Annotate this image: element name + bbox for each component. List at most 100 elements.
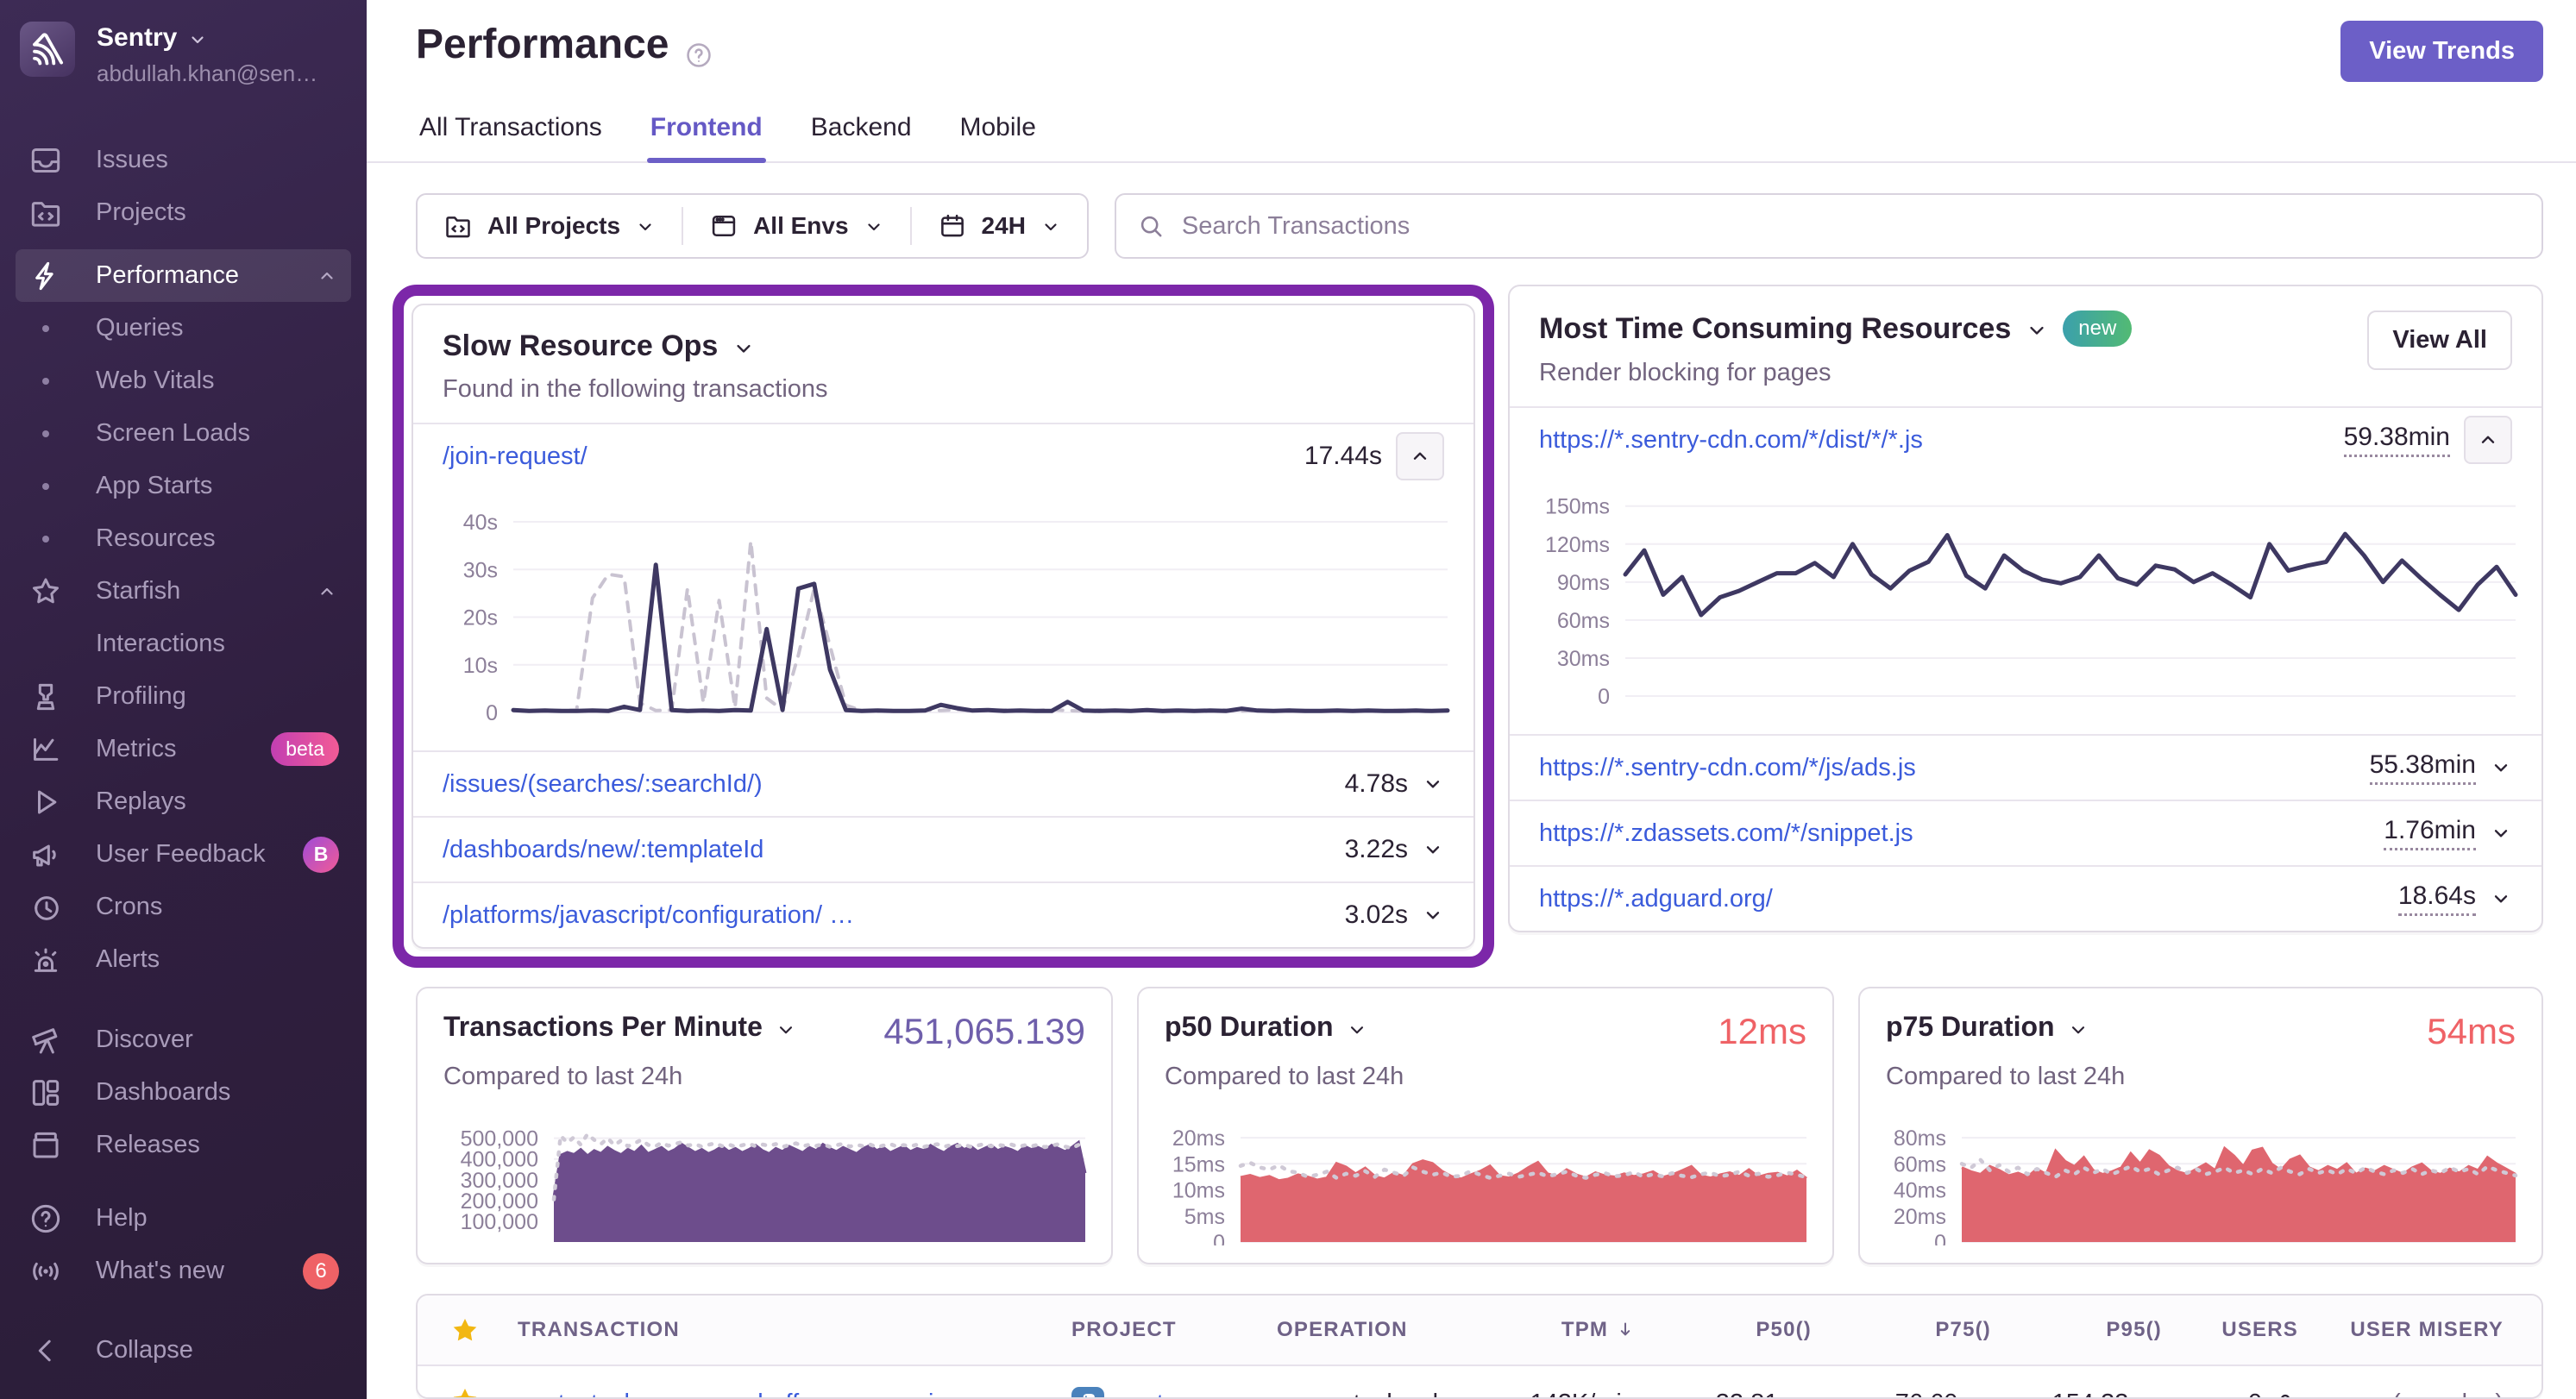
sidebar-item-releases[interactable]: Releases [16,1119,351,1171]
column-header-p95[interactable]: P95() [1996,1318,2167,1342]
org-switcher[interactable]: Sentry abdullah.khan@sen… [0,22,367,87]
star-cell[interactable] [445,1385,485,1399]
chevron-down-icon[interactable] [2490,822,2512,844]
collapse-button[interactable] [2464,416,2512,464]
widget-title[interactable]: Slow Resource Ops [443,329,828,363]
sidebar-item-starfish[interactable]: Starfish [16,565,351,618]
sidebar-item-profiling[interactable]: Profiling [16,670,351,723]
transaction-link[interactable]: https://*.sentry-cdn.com/*/dist/*/*.js [1539,426,1923,455]
sidebar-item-metrics[interactable]: Metricsbeta [16,723,351,775]
svg-text:20ms: 20ms [1172,1126,1225,1151]
chevron-down-icon[interactable] [2490,756,2512,779]
crons-icon [28,890,63,925]
column-header-misery[interactable]: USER MISERY [2303,1318,2541,1342]
sidebar-item-label: Projects [96,198,186,227]
duration-value: 4.78s [1345,769,1444,799]
environments-icon [709,211,738,241]
transaction-link[interactable]: /join-request/ [443,442,587,471]
sort-desc-icon [1615,1319,1636,1339]
widget-title[interactable]: Most Time Consuming Resources new [1539,311,2132,347]
view-trends-button[interactable]: View Trends [2340,21,2543,82]
sidebar-item-label: Interactions [96,630,225,658]
sidebar-item-user-feedback[interactable]: User FeedbackB [16,828,351,881]
date-range-filter[interactable]: 24H [912,195,1087,257]
column-header-users[interactable]: USERS [2167,1318,2303,1342]
sidebar-item-collapse[interactable]: Collapse [16,1324,351,1377]
tab-frontend[interactable]: Frontend [647,104,766,161]
sidebar-item-projects[interactable]: Projects [16,186,351,239]
column-header-transaction[interactable]: TRANSACTION [512,1318,1066,1342]
tab-all-transactions[interactable]: All Transactions [416,104,606,161]
svg-text:15ms: 15ms [1172,1152,1225,1176]
user-email: abdullah.khan@sen… [97,60,317,87]
whats-new-badge: 6 [303,1253,339,1289]
search-input[interactable] [1180,211,2521,242]
sidebar-item-label: What's new [96,1257,224,1285]
sidebar-item-alerts[interactable]: Alerts [16,933,351,986]
chevron-down-icon[interactable] [1422,904,1444,926]
stat-title[interactable]: p50 Duration [1165,1011,1368,1043]
transaction-link[interactable]: /platforms/javascript/configuration/ … [443,901,854,930]
transaction-link[interactable]: /dashboards/new/:templateId [443,836,763,864]
transaction-link[interactable]: sentry.tasks.process_buffer.process_incr [518,1390,1061,1399]
chevron-down-icon[interactable] [1422,838,1444,861]
table-header: TRANSACTIONPROJECTOPERATIONTPM P50()P75(… [418,1295,2541,1366]
sidebar-item-app-starts[interactable]: App Starts [16,460,351,512]
sidebar-item-replays[interactable]: Replays [16,775,351,828]
most-time-consuming-card: Most Time Consuming Resources new Render… [1508,285,2543,932]
stat-title[interactable]: Transactions Per Minute [443,1011,797,1043]
sidebar-item-performance[interactable]: Performance [16,249,351,302]
metrics-badge: beta [271,732,339,766]
chevron-down-icon[interactable] [1422,773,1444,795]
stat-title[interactable]: p75 Duration [1886,1011,2089,1043]
help-icon[interactable] [684,33,713,62]
sidebar-item-whats-new[interactable]: What's new 6 [16,1245,351,1297]
column-header-tpm[interactable]: TPM [1465,1318,1641,1342]
svg-text:0: 0 [1213,1231,1225,1245]
view-all-button[interactable]: View All [2367,311,2512,370]
sidebar-item-label: Dashboards [96,1078,230,1107]
column-header-p75[interactable]: P75() [1817,1318,1996,1342]
transaction-link[interactable]: https://*.sentry-cdn.com/*/js/ads.js [1539,754,1916,782]
sidebar-item-interactions[interactable]: Interactions [16,618,351,670]
transaction-link[interactable]: https://*.zdassets.com/*/snippet.js [1539,819,1913,848]
chevron-down-icon[interactable] [2490,888,2512,910]
star-column-header[interactable] [418,1315,512,1345]
org-name: Sentry [97,23,177,53]
column-header-p50[interactable]: P50() [1641,1318,1817,1342]
transaction-link[interactable]: https://*.adguard.org/ [1539,885,1773,913]
projects-filter[interactable]: All Projects [418,195,682,257]
tab-backend[interactable]: Backend [807,104,915,161]
chevron-down-icon [2025,317,2049,341]
sidebar-item-resources[interactable]: Resources [16,512,351,565]
chevron-down-icon [635,216,656,236]
sidebar-item-web-vitals[interactable]: Web Vitals [16,354,351,407]
sidebar-item-label: Collapse [96,1336,193,1364]
sidebar-item-screen-loads[interactable]: Screen Loads [16,407,351,460]
python-icon [1071,1387,1104,1399]
chevron-down-icon [1040,216,1061,236]
collapse-button[interactable] [1396,432,1444,480]
chevron-down-icon [732,335,756,359]
alerts-icon [28,943,63,977]
column-header-operation[interactable]: OPERATION [1272,1318,1465,1342]
project-link[interactable]: sentry [1071,1387,1266,1399]
tab-mobile[interactable]: Mobile [957,104,1040,161]
tabs: All Transactions Frontend Backend Mobile [367,104,2576,163]
resource-row: https://*.zdassets.com/*/snippet.js 1.76… [1510,800,2541,865]
sidebar-item-issues[interactable]: Issues [16,134,351,186]
nav-gap [16,239,351,249]
sidebar-item-queries[interactable]: Queries [16,302,351,354]
environments-filter[interactable]: All Envs [683,195,909,257]
sidebar-item-dashboards[interactable]: Dashboards [16,1066,351,1119]
transaction-link[interactable]: /issues/(searches/:searchId/) [443,770,763,799]
bullet-icon [28,364,63,398]
sidebar-item-crons[interactable]: Crons [16,881,351,933]
bullet-icon [28,469,63,504]
user-feedback-badge: B [303,837,339,873]
sidebar-item-discover[interactable]: Discover [16,1013,351,1066]
column-header-project[interactable]: PROJECT [1066,1318,1272,1342]
sidebar-item-help[interactable]: Help [16,1192,351,1245]
duration-value: 3.02s [1345,900,1444,930]
resource-row: /dashboards/new/:templateId 3.22s [413,816,1473,881]
